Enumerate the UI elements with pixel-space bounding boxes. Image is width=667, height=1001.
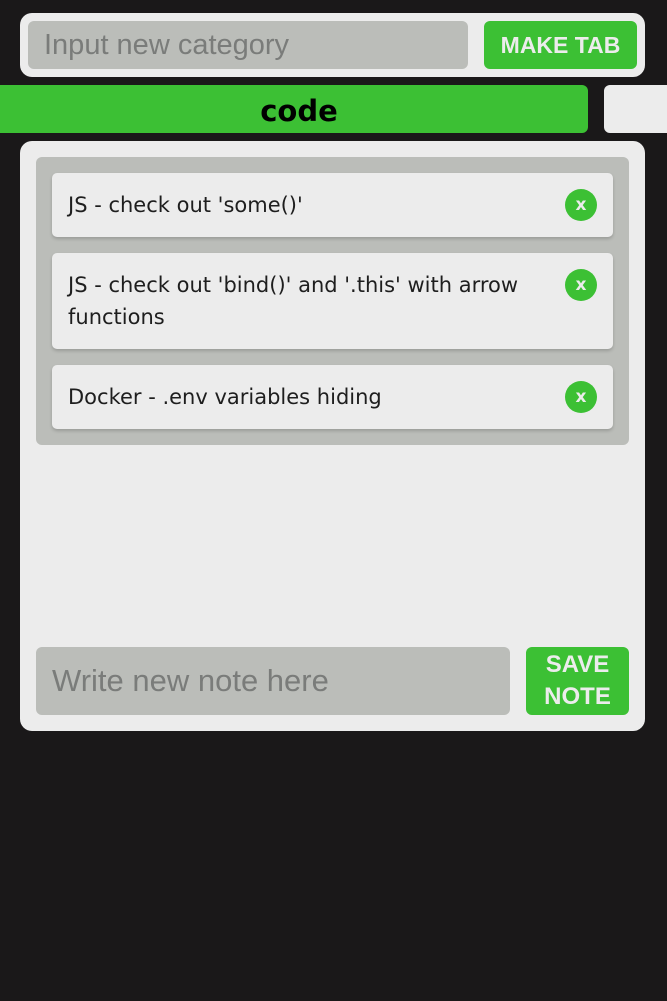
note-card: Docker - .env variables hiding x [52,365,613,429]
save-note-button[interactable]: SAVE NOTE [526,647,629,715]
save-note-label-line1: SAVE [545,651,610,678]
note-card: JS - check out 'bind()' and '.this' with… [52,253,613,349]
tab-secondary[interactable] [604,85,667,133]
note-text: JS - check out 'bind()' and '.this' with… [68,273,519,329]
make-tab-button[interactable]: MAKE TAB [484,21,637,69]
delete-note-button[interactable]: x [565,189,597,221]
category-input[interactable] [28,21,468,69]
note-text: Docker - .env variables hiding [68,385,382,409]
notes-list: JS - check out 'some()' x JS - check out… [36,157,629,445]
category-form: MAKE TAB [20,13,645,77]
note-text: JS - check out 'some()' [68,193,303,217]
note-card: JS - check out 'some()' x [52,173,613,237]
delete-note-button[interactable]: x [565,269,597,301]
tab-code[interactable]: code [0,85,588,133]
save-note-label-line2: NOTE [544,683,611,710]
notes-panel: JS - check out 'some()' x JS - check out… [20,141,645,731]
note-input[interactable] [36,647,510,715]
delete-note-button[interactable]: x [565,381,597,413]
